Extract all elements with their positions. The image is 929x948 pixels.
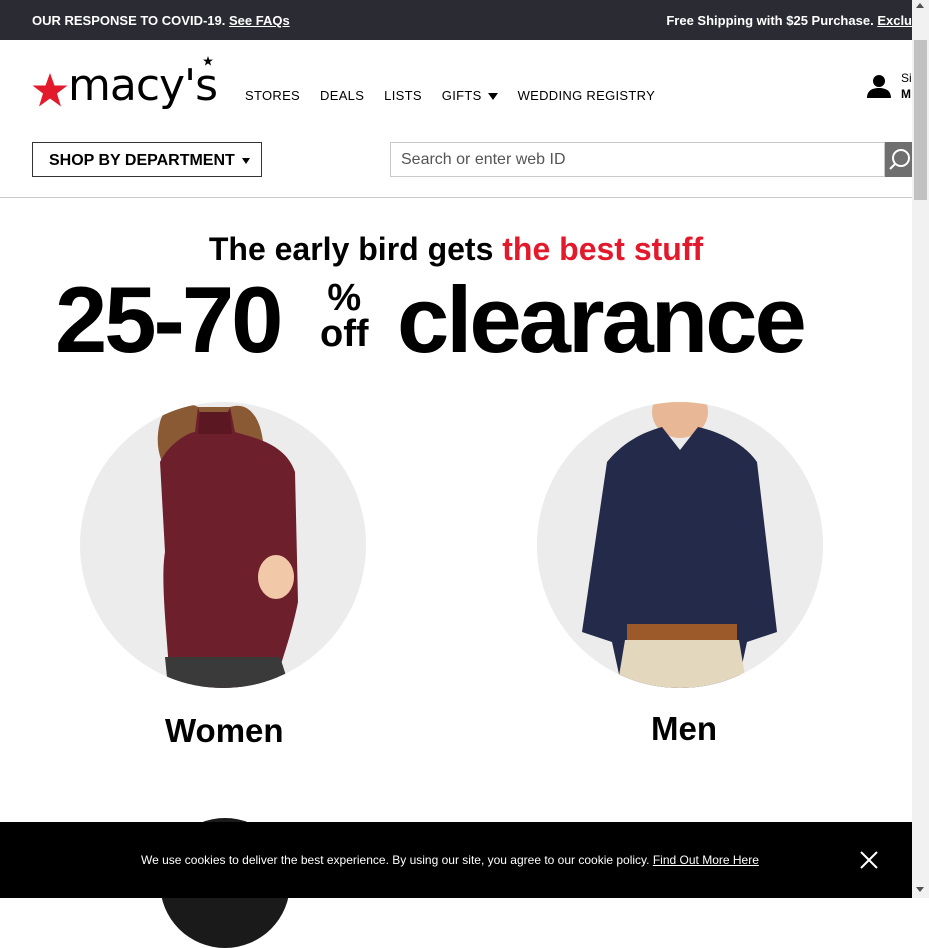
promo-bar: OUR RESPONSE TO COVID-19. See FAQs Free … [0,0,912,40]
nav-deals[interactable]: DEALS [320,88,364,103]
search-placeholder: Search or enter web ID [401,151,566,168]
scroll-up-icon[interactable] [916,3,924,8]
scroll-down-icon[interactable] [916,887,924,892]
user-icon[interactable] [866,73,892,99]
star-icon [32,73,68,107]
women-image [80,402,366,688]
category-card-men[interactable]: Men [537,402,837,752]
shipping-notice: Free Shipping with $25 Purchase. Exclu [666,13,912,28]
nav-stores[interactable]: STORES [245,88,300,103]
percent-sign: % [327,277,362,319]
account-line1: Si [901,71,912,85]
nav-gifts[interactable]: GIFTS [442,88,498,103]
shop-by-department-label: SHOP BY DEPARTMENT [49,152,235,169]
site-header: macy's STORES DEALS LISTS GIFTS WEDDING … [0,40,912,198]
caret-down-icon [241,157,250,164]
men-label: Men [651,710,717,747]
nav-gifts-label: GIFTS [441,88,482,103]
category-card-women[interactable]: Women [80,402,380,752]
macys-logo[interactable]: macy's [32,56,218,108]
hero-headline-black: The early bird gets [208,231,503,267]
discount-range: 25-70 [55,267,283,372]
women-illustration [157,404,298,688]
main-nav: STORES DEALS LISTS GIFTS WEDDING REGISTR… [245,88,675,103]
women-label: Women [165,712,284,749]
faqs-link[interactable]: See FAQs [229,13,290,28]
hero-headline: The early bird gets the best stuff [0,231,912,268]
percent-off: % off [320,277,369,355]
close-icon[interactable] [859,850,879,870]
account-signin[interactable]: Si M [901,70,912,102]
clearance-word: clearance [397,267,807,372]
search-button[interactable] [885,142,912,177]
account-line2: M [901,87,911,101]
men-image [537,402,823,688]
logo-wordmark: macy's [68,56,218,108]
cookie-message: We use cookies to deliver the best exper… [141,853,759,867]
nav-wedding-registry[interactable]: WEDDING REGISTRY [518,88,655,103]
cookie-policy-link[interactable]: Find Out More Here [653,853,759,867]
shipping-text: Free Shipping with $25 Purchase. [666,13,874,28]
off-text: off [320,313,369,355]
search-icon [889,149,910,170]
covid-notice: OUR RESPONSE TO COVID-19. See FAQs [32,13,290,28]
shop-by-department-button[interactable]: SHOP BY DEPARTMENT [32,142,262,177]
covid-text: OUR RESPONSE TO COVID-19. [32,13,226,28]
scrollbar-thumb[interactable] [914,40,927,200]
cookie-banner: We use cookies to deliver the best exper… [0,822,912,898]
exclusions-link[interactable]: Exclu [877,13,912,28]
cookie-text: We use cookies to deliver the best exper… [141,853,653,867]
hero-headline-red: the best stuff [502,231,704,267]
chevron-down-icon [487,93,498,101]
men-illustration [537,402,823,688]
search-input[interactable]: Search or enter web ID [390,142,885,177]
small-star-icon [203,56,214,66]
nav-lists[interactable]: LISTS [384,88,422,103]
